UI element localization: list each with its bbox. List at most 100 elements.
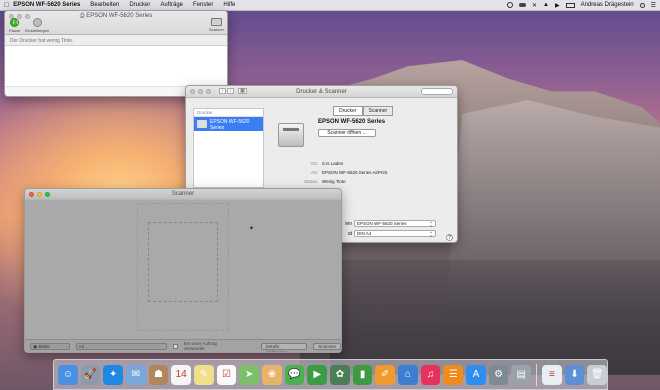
printer-utility-icon[interactable]: ▤: [511, 364, 532, 385]
printer-info: Ort: d.rs Laden Art: EPSON WF-5620 Serie…: [281, 161, 387, 188]
scanner-window: Scanner ✦ ▣ Bilder A4 Bei einer Auftrag …: [24, 188, 342, 353]
back-button[interactable]: ‹: [219, 88, 226, 94]
pause-icon: [10, 18, 20, 27]
dock-separator: [536, 363, 538, 386]
auto-checkbox[interactable]: [172, 343, 178, 349]
scanner-toolbar-button[interactable]: Scanner: [209, 18, 224, 32]
auto-checkbox-label: Bei einer Auftrag verwendet: [183, 341, 218, 351]
search-icon[interactable]: [639, 2, 645, 8]
contacts-icon[interactable]: ☗: [148, 364, 169, 385]
settings-button[interactable]: Einstellungen: [25, 18, 49, 33]
facetime-icon[interactable]: ▶: [307, 364, 328, 385]
bluetooth-icon[interactable]: ✕: [532, 2, 537, 9]
printer-list-status: • Wenig Tinte, Standard: [210, 131, 253, 136]
window-controls: [190, 89, 211, 94]
gear-icon: [32, 18, 42, 27]
trash-icon[interactable]: 🗑: [587, 364, 608, 385]
scan-preview-area[interactable]: [137, 203, 229, 331]
menu-printer[interactable]: Drucker: [129, 2, 150, 8]
menu-jobs[interactable]: Aufträge: [160, 2, 183, 8]
nav-buttons: ‹ ›: [219, 88, 234, 94]
default-selects: ien EPSON WF-5620 Series at DIN A4: [334, 220, 436, 240]
numbers-icon[interactable]: ▮: [352, 364, 373, 385]
pause-button[interactable]: Pause: [9, 18, 20, 33]
photos-icon[interactable]: ❀: [262, 364, 282, 385]
default-printer-select[interactable]: EPSON WF-5620 Series: [354, 220, 436, 228]
scan-button[interactable]: Scannen: [313, 342, 341, 350]
info-row-status: Status: Wenig Tinte: [303, 179, 346, 184]
document-icon[interactable]: ≡: [542, 364, 562, 385]
job-list[interactable]: [5, 46, 227, 86]
keynote-icon[interactable]: ⌂: [398, 364, 418, 385]
mouse-cursor-icon: ✦: [249, 226, 255, 232]
menu-edit[interactable]: Bearbeiten: [90, 2, 119, 8]
battery-icon[interactable]: [565, 2, 575, 8]
mail-icon[interactable]: ✉: [126, 364, 146, 385]
close-button[interactable]: [29, 191, 34, 197]
downloads-icon[interactable]: ⬇: [564, 364, 585, 385]
menu-extras: ✕ ▲ ▶ Andreas Drägestein ☰: [506, 2, 656, 9]
open-scanner-button[interactable]: Scanner öffnen ...: [318, 129, 376, 137]
system-preferences-icon[interactable]: ⚙: [488, 364, 509, 385]
notes-icon[interactable]: ✎: [194, 364, 214, 385]
scanner-window-title: Scanner: [171, 191, 195, 197]
launchpad-icon[interactable]: 🚀: [80, 364, 101, 385]
pages-icon[interactable]: ✐: [375, 364, 396, 385]
ibooks-icon[interactable]: ☰: [443, 364, 464, 385]
show-details-button[interactable]: Details einblenden: [260, 342, 308, 352]
zoom-button[interactable]: [45, 191, 50, 197]
calendar-icon[interactable]: 14: [171, 364, 192, 385]
wallpaper-valley: [330, 260, 660, 375]
zoom-button[interactable]: [206, 89, 211, 94]
detail-printer-name: EPSON WF-5620 Series: [318, 119, 386, 125]
printer-icon: [197, 120, 207, 128]
forward-button[interactable]: ›: [227, 88, 234, 94]
volume-icon[interactable]: ▶: [555, 2, 560, 9]
destination-select[interactable]: ▣ Bilder: [30, 342, 70, 350]
scanner-icon: [210, 18, 222, 26]
itunes-icon[interactable]: ♫: [420, 364, 441, 385]
menu-app-name[interactable]: EPSON WF-5620 Series: [13, 2, 80, 8]
paper-size-row: at DIN A4: [334, 230, 436, 238]
paper-size-select[interactable]: DIN A4: [354, 230, 436, 238]
show-all-icon[interactable]: ▦: [238, 88, 247, 94]
window-controls: [29, 191, 50, 197]
search-input[interactable]: [421, 88, 453, 95]
scanner-bottom-bar: ▣ Bilder A4 Bei einer Auftrag verwendet …: [25, 339, 341, 352]
messages-icon[interactable]: 💬: [284, 364, 305, 385]
menu-help[interactable]: Hilfe: [223, 2, 235, 8]
appstore-icon[interactable]: A: [466, 364, 486, 385]
wifi-icon[interactable]: ▲: [543, 2, 549, 8]
format-select[interactable]: A4: [75, 342, 167, 350]
minimize-button[interactable]: [198, 89, 203, 94]
close-button[interactable]: [190, 89, 195, 94]
tab-bar: Drucker Scanner: [333, 106, 394, 116]
printer-list-heading: Drucker: [194, 109, 263, 117]
info-row-location: Ort: d.rs Laden: [310, 161, 344, 166]
printer-queue-window: ⎙ EPSON WF-5620 Series Pause Einstellung…: [4, 10, 228, 97]
dock: ☺ 🚀 ✦ ✉ ☗ 14 ✎ ☑ ➤ ❀ 💬 ▶ ✿ ▮ ✐ ⌂ ♫ ☰ A ⚙ ▤ ≡ ⬇ 🗑: [53, 359, 608, 390]
minimize-button[interactable]: [37, 191, 42, 197]
cloud-icon[interactable]: [518, 3, 526, 7]
reminders-icon[interactable]: ☑: [216, 364, 237, 385]
apple-icon[interactable]: : [4, 2, 9, 9]
finder-icon[interactable]: ☺: [58, 364, 78, 385]
printer-large-icon: [278, 123, 304, 147]
tab-scanner[interactable]: Scanner: [362, 106, 394, 116]
help-button[interactable]: ?: [446, 234, 453, 241]
printer-list: Drucker EPSON WF-5620 Series • Wenig Tin…: [193, 108, 264, 188]
printer-list-item[interactable]: EPSON WF-5620 Series • Wenig Tinte, Stan…: [194, 117, 263, 136]
queue-toolbar: ⎙ EPSON WF-5620 Series Pause Einstellung…: [5, 11, 227, 35]
maps-icon[interactable]: ➤: [239, 364, 260, 385]
info-row-kind: Art: EPSON WF-5620 Series AirPrint: [310, 170, 388, 175]
menu-window[interactable]: Fenster: [193, 2, 213, 8]
notification-center-icon[interactable]: ☰: [651, 2, 656, 9]
prefs-titlebar: ‹ › ▦ Drucker & Scanner: [186, 86, 457, 98]
default-printer-row: ien EPSON WF-5620 Series: [334, 220, 436, 228]
menu-user-name[interactable]: Andreas Drägestein: [581, 2, 634, 8]
iphoto-icon[interactable]: ✿: [330, 364, 350, 385]
scan-selection[interactable]: [148, 222, 218, 302]
safari-icon[interactable]: ✦: [103, 364, 124, 385]
tab-printer[interactable]: Drucker: [333, 106, 363, 116]
eject-icon[interactable]: [506, 2, 513, 8]
